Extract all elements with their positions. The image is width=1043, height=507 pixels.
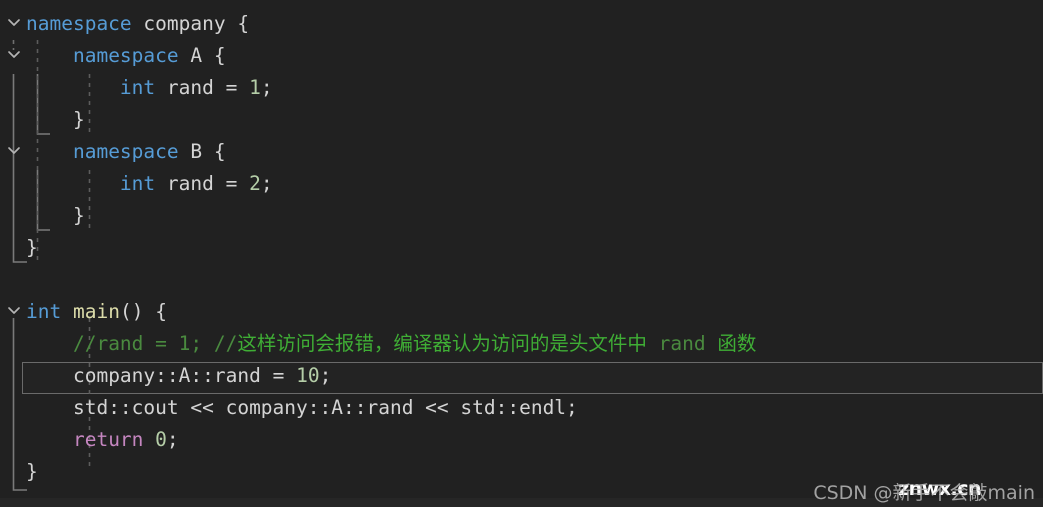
watermark: CSDN @新手不会敲main [813,484,1035,503]
token-parens: () [119,300,156,323]
token-comment: rand [646,332,718,355]
token-identifier: rand [166,172,214,195]
token-identifier: A [190,44,203,67]
token-keyword: namespace [26,12,132,35]
token-semicolon: ; [260,76,273,99]
token-number: 1 [249,76,261,99]
code-line[interactable]: int rand = 1; [0,72,1043,104]
code-line[interactable]: int main() { [0,296,1043,328]
token-keyword: int [119,76,156,99]
token-identifier: A [178,364,191,387]
token-brace: { [237,12,250,35]
token-operator: = [260,364,297,387]
token-semicolon: ; [260,172,273,195]
token-number: 10 [296,364,320,387]
token-brace: } [26,460,38,483]
code-line[interactable]: return 0; [0,424,1043,456]
token-brace: { [155,300,167,323]
fold-chevron-icon-line-10[interactable] [6,302,22,318]
token-keyword: namespace [72,44,179,67]
token-brace: } [26,236,38,259]
token-semicolon: ; [319,364,332,387]
code-line-comment[interactable]: //rand = 1; //这样访问会报错，编译器认为访问的是头文件中 rand… [0,328,1043,360]
token-number: 2 [249,172,261,195]
token-identifier: B [190,140,203,163]
token-number: 0 [155,428,167,451]
token-brace: } [72,204,85,227]
code-lines[interactable]: namespace company { namespace A { int ra… [0,0,1043,507]
token-scope-operator: :: [155,364,179,387]
code-line-empty[interactable] [0,264,1043,296]
code-line-current[interactable]: company::A::rand = 10; [0,360,1043,392]
code-line[interactable]: std::cout << company::A::rand << std::en… [0,392,1043,424]
code-line[interactable]: } [0,200,1043,232]
code-line[interactable]: namespace company { [0,8,1043,40]
token-keyword: int [119,172,156,195]
fold-chevron-icon-line-5[interactable] [6,142,22,158]
token-operator: = [213,172,250,195]
token-function-name: main [72,300,120,323]
token-comment-cjk: 函数 [717,332,757,355]
code-line[interactable]: } [0,232,1043,264]
code-editor[interactable]: namespace company { namespace A { int ra… [0,0,1043,507]
token-identifier: company [72,364,156,387]
token-identifier: company [143,12,226,35]
code-line[interactable]: int rand = 2; [0,168,1043,200]
code-line[interactable]: namespace B { [0,136,1043,168]
code-line[interactable]: namespace A { [0,40,1043,72]
token-comment-cjk: 这样访问会报错，编译器认为访问的是头文件中 [237,332,647,355]
code-line[interactable]: } [0,104,1043,136]
watermark-base-text: CSDN @新手不会敲main [813,482,1035,504]
token-operator: = [213,76,250,99]
token-keyword: int [26,300,62,323]
token-keyword: namespace [72,140,179,163]
token-scope-operator: :: [190,364,214,387]
token-brace: } [72,108,85,131]
token-statement: std::cout << company::A::rand << std::en… [72,396,578,419]
token-control-keyword: return [72,428,144,451]
fold-chevron-icon-line-2[interactable] [6,46,22,62]
token-comment: //rand = 1; // [72,332,238,355]
token-identifier: rand [166,76,214,99]
token-brace: { [213,140,226,163]
token-semicolon: ; [166,428,179,451]
fold-chevron-icon-line-1[interactable] [6,14,22,30]
token-identifier: rand [213,364,261,387]
token-brace: { [213,44,226,67]
